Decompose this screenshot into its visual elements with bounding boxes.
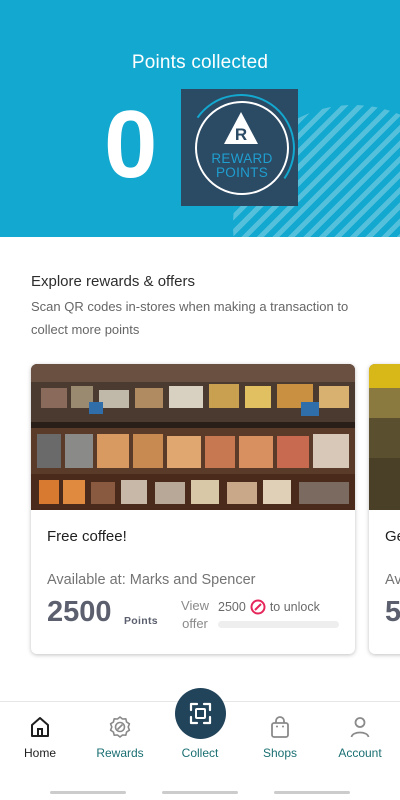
home-icon <box>31 717 49 737</box>
badge-label-line2: POINTS <box>215 165 269 180</box>
points-header: Points collected 0 R REWARD POINTS <box>0 0 400 237</box>
nav-label-account: Account <box>338 746 382 760</box>
offer-title: Free coffee! <box>47 528 127 545</box>
reward-points-badge: R REWARD POINTS <box>178 85 304 211</box>
nav-label-shops: Shops <box>262 746 298 760</box>
system-bar-segment <box>162 791 238 794</box>
unlock-progress-bar <box>218 621 339 628</box>
unlock-info: 2500 to unlock <box>218 599 320 615</box>
nav-label-rewards: Rewards <box>96 746 144 760</box>
offer-image <box>369 364 400 510</box>
account-icon <box>350 717 370 738</box>
offer-card[interactable]: Ge Av 5 <box>369 364 400 654</box>
shopping-bag-icon <box>271 716 289 738</box>
system-bar-segment <box>50 791 126 794</box>
section-title: Explore rewards & offers <box>31 273 195 290</box>
unlock-label: to unlock <box>269 600 320 614</box>
offer-availability: Av <box>385 572 400 588</box>
nav-item-shops[interactable]: Shops <box>240 702 320 772</box>
nav-item-home[interactable]: Home <box>0 702 80 772</box>
offer-availability: Available at: Marks and Spencer <box>47 572 256 588</box>
app-screen: Points collected 0 R REWARD POINTS Explo… <box>0 0 400 800</box>
main-content: Explore rewards & offers Scan QR codes i… <box>0 237 400 702</box>
svg-text:R: R <box>235 125 247 144</box>
unlock-badge-icon <box>250 599 266 615</box>
unlock-points: 2500 <box>218 600 246 614</box>
offer-title: Ge <box>385 528 400 545</box>
system-bar-segment <box>274 791 350 794</box>
points-value: 0 <box>104 91 158 198</box>
reward-points-logo-icon: R <box>224 112 258 144</box>
offer-points: 2500 <box>47 596 112 628</box>
badge-label-line1: REWARD <box>211 151 273 166</box>
offer-image <box>31 364 355 510</box>
view-offer-link[interactable]: View offer <box>175 597 215 633</box>
system-navigation-bar <box>0 786 400 800</box>
points-title: Points collected <box>131 52 269 73</box>
nav-item-rewards[interactable]: Rewards <box>80 702 160 772</box>
offer-points: 5 <box>385 596 400 628</box>
offer-card[interactable]: Free coffee! Available at: Marks and Spe… <box>31 364 355 654</box>
section-description: Scan QR codes in-stores when making a tr… <box>31 299 349 337</box>
rewards-badge-icon <box>109 716 131 738</box>
offer-points-label: Points <box>124 615 158 627</box>
nav-label-home: Home <box>23 746 56 760</box>
scan-icon <box>189 702 212 725</box>
collect-button[interactable] <box>175 688 226 739</box>
nav-item-account[interactable]: Account <box>320 702 400 772</box>
collect-label: Collect <box>181 746 219 760</box>
